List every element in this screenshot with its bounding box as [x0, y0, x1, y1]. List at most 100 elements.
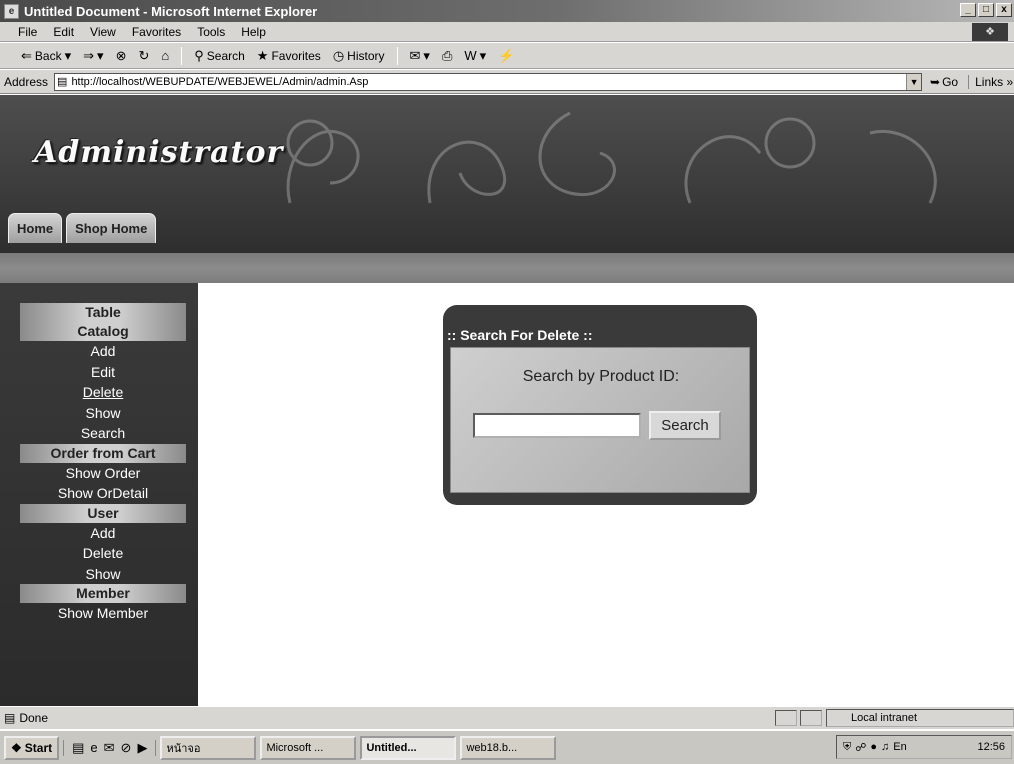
favorites-button[interactable]: ★ Favorites: [254, 49, 324, 63]
tab-shop-home[interactable]: Shop Home: [66, 213, 157, 243]
status-dot-icon[interactable]: ●: [870, 741, 877, 753]
menu-view[interactable]: View: [90, 25, 116, 39]
start-button[interactable]: ❖ Start: [4, 735, 60, 760]
address-bar: Address ▤ http://localhost/WEBUPDATE/WEB…: [0, 70, 1014, 94]
menu-favorites[interactable]: Favorites: [132, 25, 181, 39]
status-message: ▤ Done: [4, 711, 48, 725]
favorites-icon: ★: [256, 48, 269, 63]
shield-icon[interactable]: ⛨: [843, 741, 851, 754]
sidebar-link-show[interactable]: Show: [20, 403, 186, 424]
back-button[interactable]: ⇐ Back ▾: [18, 49, 74, 63]
print-icon: ⎙: [441, 48, 453, 63]
sidebar-link-show-member[interactable]: Show Member: [20, 603, 186, 624]
sidebar-menu: Table Catalog Add Edit Delete Show Search Order…: [20, 303, 186, 624]
ie-icon: e: [4, 3, 19, 19]
quick-launch: ▤ e ✉ ⊘ ▶: [63, 739, 157, 756]
sidebar-link-search[interactable]: Search: [20, 423, 186, 444]
sidebar-link-show-ordetail[interactable]: Show OrDetail: [20, 483, 186, 504]
address-input[interactable]: ▤ http://localhost/WEBUPDATE/WEBJEWEL/Ad…: [54, 72, 923, 91]
refresh-icon: ↻: [138, 48, 150, 63]
back-label: Back: [34, 48, 62, 63]
ie-quicklaunch-icon[interactable]: e: [90, 740, 97, 756]
sidebar-link-show-order[interactable]: Show Order: [20, 463, 186, 484]
sidebar-heading-table: Table: [20, 303, 186, 322]
home-icon: ⌂: [161, 48, 170, 63]
menu-help[interactable]: Help: [241, 25, 266, 39]
window-titlebar: e Untitled Document - Microsoft Internet…: [0, 0, 1014, 22]
address-label: Address: [4, 74, 49, 89]
sidebar-link-show[interactable]: Show: [20, 564, 186, 585]
status-text: Done: [19, 711, 49, 725]
mail-icon: ✉: [409, 48, 421, 63]
toolbar-separator: [181, 46, 183, 65]
forward-arrow-icon: ⇒: [83, 48, 95, 63]
sidebar-heading-catalog: Catalog: [20, 322, 186, 341]
sidebar-link-add[interactable]: Add: [20, 523, 186, 544]
desktop-icon[interactable]: ▤: [72, 740, 84, 756]
edit-word-button[interactable]: W ▾: [461, 49, 489, 62]
back-arrow-icon: ⇐: [21, 48, 32, 63]
system-tray: ⛨ ☍ ● ♫ En 12:56: [836, 735, 1012, 759]
address-dropdown-icon[interactable]: ▼: [906, 73, 922, 90]
page-viewport: Administrator Home Shop Home Table Catalo…: [0, 95, 1014, 706]
home-button[interactable]: ⌂: [158, 49, 172, 62]
sidebar-link-delete[interactable]: Delete: [20, 382, 186, 403]
minimize-button[interactable]: _: [960, 3, 976, 17]
language-icon[interactable]: En: [893, 741, 906, 753]
task-button-web[interactable]: web18.b...: [460, 735, 557, 760]
refresh-button[interactable]: ↻: [135, 49, 152, 62]
task-button-word[interactable]: Microsoft ...: [260, 735, 357, 760]
dropdown-arrow-icon: ▾: [64, 48, 72, 63]
outlook-icon[interactable]: ✉: [104, 740, 115, 756]
discuss-button[interactable]: ⚡: [495, 49, 517, 62]
search-box-title: :: Search For Delete ::: [447, 327, 593, 343]
search-for-delete-box: :: Search For Delete :: Search by Produc…: [443, 305, 757, 505]
media-icon[interactable]: ▶: [137, 740, 147, 756]
task-button-ie[interactable]: Untitled...: [360, 735, 457, 760]
sidebar-link-add[interactable]: Add: [20, 341, 186, 362]
status-panels: [775, 710, 822, 726]
sidebar-link-edit[interactable]: Edit: [20, 362, 186, 383]
stop-button[interactable]: ⊗: [113, 49, 130, 62]
dropdown-arrow-icon: ▾: [423, 48, 430, 63]
history-label: History: [347, 48, 385, 63]
history-icon: ◷: [332, 48, 345, 63]
word-icon: W: [464, 48, 477, 63]
security-zone: Local intranet: [826, 709, 1014, 727]
search-panel: Search by Product ID: Search: [450, 347, 750, 493]
network-icon[interactable]: ☍: [855, 741, 866, 754]
maximize-button[interactable]: □: [978, 3, 994, 17]
tab-home[interactable]: Home: [8, 213, 63, 243]
dropdown-arrow-icon: ▾: [97, 48, 104, 63]
window-title: Untitled Document - Microsoft Internet E…: [24, 3, 318, 19]
search-label: Search: [206, 48, 245, 63]
search-icon: ⚲: [194, 48, 204, 63]
start-label: Start: [24, 740, 53, 755]
menu-file[interactable]: File: [18, 25, 37, 39]
print-button[interactable]: ⎙: [439, 49, 455, 62]
status-panel: [775, 710, 797, 726]
header-strip: [0, 253, 1014, 283]
toolbar-separator: [396, 46, 398, 65]
go-button[interactable]: ➥ Go: [930, 75, 958, 89]
menu-bar: File Edit View Favorites Tools Help ❖: [0, 22, 1014, 42]
links-button[interactable]: Links »: [968, 74, 1013, 89]
address-url[interactable]: http://localhost/WEBUPDATE/WEBJEWEL/Admi…: [71, 76, 368, 88]
volume-icon[interactable]: ♫: [881, 741, 889, 753]
search-button[interactable]: ⚲ Search: [191, 49, 248, 63]
product-id-input[interactable]: [473, 413, 641, 438]
task-button-folder[interactable]: หน้าจอ: [160, 735, 257, 760]
menu-edit[interactable]: Edit: [53, 25, 74, 39]
intranet-zone-label: Local intranet: [851, 712, 918, 724]
mail-button[interactable]: ✉ ▾: [407, 49, 433, 62]
menu-tools[interactable]: Tools: [197, 25, 225, 39]
channels-icon[interactable]: ⊘: [121, 740, 132, 756]
thai-ornament-icon: [286, 111, 937, 204]
history-button[interactable]: ◷ History: [330, 49, 388, 63]
status-panel: [800, 710, 822, 726]
sidebar-link-delete[interactable]: Delete: [20, 543, 186, 564]
close-button[interactable]: x: [996, 3, 1012, 17]
forward-button[interactable]: ⇒ ▾: [80, 49, 106, 62]
search-submit-button[interactable]: Search: [649, 411, 721, 440]
sidebar-heading-order-from-cart: Order from Cart: [20, 443, 186, 463]
